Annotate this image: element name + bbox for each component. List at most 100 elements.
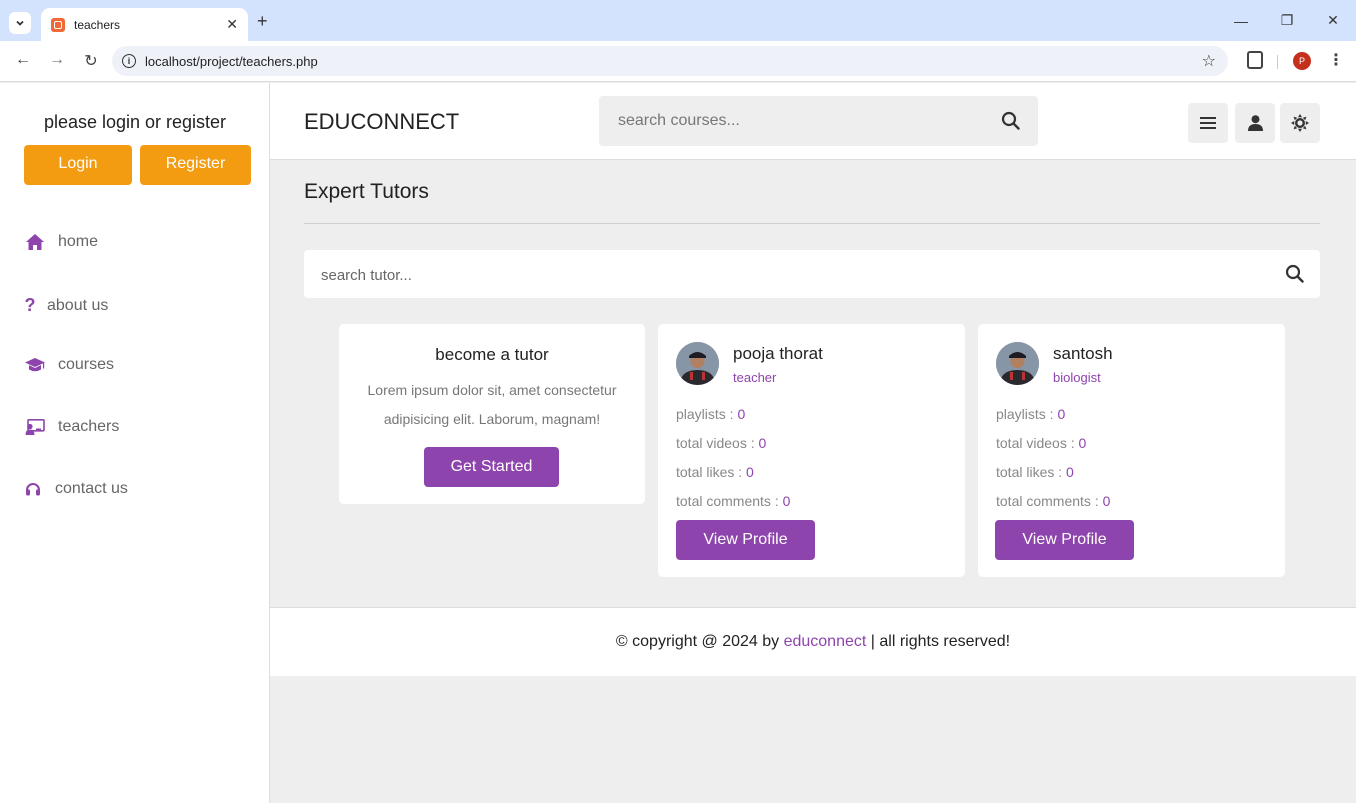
sidebar-item-label: about us	[47, 296, 109, 314]
hamburger-menu-icon	[1200, 117, 1216, 129]
home-icon	[24, 234, 46, 250]
headset-icon	[24, 481, 42, 497]
window-close-icon[interactable]: ✕	[1310, 0, 1356, 41]
new-tab-button[interactable]: +	[257, 11, 268, 32]
stat-label: total comments :	[676, 493, 783, 509]
tutor-search-placeholder: search tutor...	[321, 267, 412, 284]
sidebar-item-label: teachers	[58, 418, 120, 435]
heading-divider	[304, 223, 1320, 224]
sidebar-item-about[interactable]: ? about us	[24, 295, 109, 316]
stat-label: total likes :	[676, 464, 747, 480]
chevron-down-icon	[16, 20, 24, 26]
tutor-profession: teacher	[733, 370, 777, 385]
back-arrow-icon[interactable]: ←	[12, 51, 34, 69]
view-profile-button[interactable]: View Profile	[676, 520, 815, 560]
comments-count: total comments : 0	[996, 493, 1110, 509]
tutor-search-input[interactable]: search tutor...	[304, 250, 1320, 298]
view-profile-button[interactable]: View Profile	[995, 520, 1134, 560]
stat-value: 0	[1057, 406, 1066, 422]
menu-button[interactable]	[1188, 103, 1228, 143]
comments-count: total comments : 0	[676, 493, 790, 509]
toolbar-divider	[1277, 55, 1278, 69]
window-controls: — ❐ ✕	[1218, 0, 1356, 41]
search-icon[interactable]	[1001, 111, 1020, 135]
reload-icon[interactable]: ↻	[80, 51, 102, 71]
page-heading: Expert Tutors	[304, 180, 429, 203]
offer-title: become a tutor	[435, 345, 549, 364]
course-search-input[interactable]: search courses...	[599, 96, 1038, 146]
tutor-name: pooja thorat	[733, 344, 823, 363]
sidebar-item-home[interactable]: home	[24, 233, 98, 251]
likes-count: total likes : 0	[996, 464, 1074, 480]
tutor-card: santosh biologist playlists : 0 total vi…	[978, 324, 1285, 577]
stat-value: 0	[1102, 493, 1111, 509]
browser-tab-strip: teachers ✕ + — ❐ ✕	[0, 0, 1356, 41]
stat-value: 0	[746, 464, 754, 480]
become-tutor-card: become a tutor Lorem ipsum dolor sit, am…	[339, 324, 645, 504]
tab-title: teachers	[74, 17, 121, 32]
theme-toggle-button[interactable]	[1280, 103, 1320, 143]
browser-toolbar: ← → ↻ i localhost/project/teachers.php ☆	[0, 41, 1356, 82]
stat-label: total videos :	[996, 435, 1079, 451]
playlists-count: playlists : 0	[676, 406, 745, 422]
user-icon	[1247, 115, 1263, 131]
copyright-prefix: © copyright @ 2024 by	[615, 633, 784, 650]
minimize-icon[interactable]: —	[1218, 0, 1264, 41]
videos-count: total videos : 0	[676, 435, 766, 451]
footer-brand-link[interactable]: educonnect	[784, 633, 867, 650]
sidebar-item-courses[interactable]: courses	[24, 356, 114, 374]
sidebar-item-contact[interactable]: contact us	[24, 480, 128, 498]
tutor-avatar	[676, 342, 719, 385]
site-footer: © copyright @ 2024 by educonnect | all r…	[270, 607, 1356, 676]
bookmark-star-icon[interactable]: ☆	[1202, 51, 1216, 71]
playlists-count: playlists : 0	[996, 406, 1065, 422]
address-bar[interactable]: i localhost/project/teachers.php ☆	[112, 46, 1228, 76]
stat-label: total videos :	[676, 435, 759, 451]
browser-tab[interactable]: teachers ✕	[41, 8, 248, 41]
register-button[interactable]: Register	[140, 145, 251, 185]
stat-label: playlists :	[996, 406, 1058, 422]
login-button[interactable]: Login	[24, 145, 132, 185]
stat-label: playlists :	[676, 406, 738, 422]
site-logo[interactable]: EDUCONNECT	[304, 109, 459, 135]
graduation-cap-icon	[24, 357, 46, 373]
close-tab-icon[interactable]: ✕	[226, 16, 238, 33]
site-info-icon[interactable]: i	[122, 54, 136, 68]
extensions-puzzle-icon[interactable]	[1247, 51, 1263, 69]
stat-value: 0	[758, 435, 767, 451]
xampp-favicon-icon	[51, 17, 65, 32]
stat-value: 0	[782, 493, 791, 509]
site-header: EDUCONNECT search courses...	[270, 83, 1356, 160]
url-text[interactable]: localhost/project/teachers.php	[145, 54, 318, 69]
login-prompt: please login or register	[43, 112, 227, 132]
offer-text: Lorem ipsum dolor sit, amet consectetur …	[367, 382, 617, 427]
sidebar-item-label: courses	[58, 356, 115, 373]
tutor-avatar	[996, 342, 1039, 385]
restore-icon[interactable]: ❐	[1264, 0, 1310, 41]
user-button[interactable]	[1235, 103, 1275, 143]
stat-value: 0	[1078, 435, 1087, 451]
videos-count: total videos : 0	[996, 435, 1086, 451]
get-started-button[interactable]: Get Started	[424, 447, 559, 487]
sidebar-item-label: home	[58, 233, 99, 250]
tab-search-button[interactable]	[9, 12, 31, 34]
chalkboard-teacher-icon	[24, 419, 46, 435]
stat-label: total likes :	[996, 464, 1067, 480]
search-icon[interactable]	[1285, 264, 1304, 288]
sun-icon	[1291, 114, 1309, 132]
stat-label: total comments :	[996, 493, 1103, 509]
forward-arrow-icon[interactable]: →	[46, 51, 68, 69]
question-icon: ?	[24, 295, 36, 315]
sidebar-item-teachers[interactable]: teachers	[24, 418, 119, 436]
copyright-suffix: | all rights reserved!	[866, 633, 1011, 650]
tutor-profession: biologist	[1053, 370, 1101, 385]
search-placeholder: search courses...	[618, 112, 740, 129]
profile-avatar[interactable]: P	[1293, 52, 1311, 70]
stat-value: 0	[737, 406, 746, 422]
stat-value: 0	[1066, 464, 1074, 480]
likes-count: total likes : 0	[676, 464, 754, 480]
tutor-name: santosh	[1053, 344, 1113, 363]
browser-menu-kebab-icon[interactable]: ⋮	[1328, 50, 1344, 70]
sidebar-item-label: contact us	[55, 480, 128, 497]
copyright-text: © copyright @ 2024 by educonnect | all r…	[270, 633, 1356, 651]
